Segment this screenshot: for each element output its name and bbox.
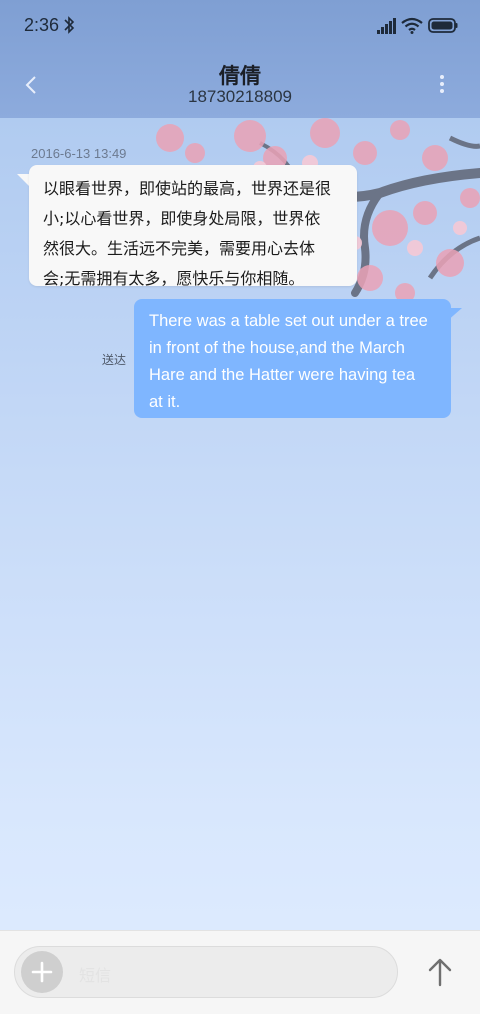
composer-bar: 短信 [0, 930, 480, 1014]
message-line: in front of the house,and the March [149, 339, 405, 357]
bluetooth-icon [64, 16, 75, 34]
contact-name: 倩倩 [219, 64, 261, 88]
plus-icon [31, 961, 53, 983]
delivery-status: 送达 [102, 353, 127, 367]
message-line: There was a table set out under a tree [149, 312, 428, 330]
wifi-icon [401, 17, 423, 34]
message-line: 然很大。生活远不完美，需要用心去体 [43, 239, 316, 258]
incoming-message-bubble[interactable]: 以眼看世界，即使站的最高，世界还是很 小;以心看世界，即使身处局限，世界依 然很… [29, 165, 357, 288]
message-line: 会;无需拥有太多，愿快乐与你相随。 [43, 269, 305, 288]
outgoing-message-bubble[interactable]: There was a table set out under a tree i… [134, 299, 451, 418]
contact-number: 18730218809 [187, 87, 292, 106]
message-input[interactable]: 短信 [14, 946, 398, 998]
app-header: 2:36 倩倩 18730218809 [0, 0, 480, 118]
more-vertical-icon[interactable] [432, 70, 452, 98]
message-line: Hare and the Hatter were having tea [149, 366, 415, 384]
battery-icon [428, 18, 458, 33]
add-attachment-button[interactable] [21, 951, 63, 993]
message-line: 以眼看世界，即使站的最高，世界还是很 [43, 179, 332, 198]
status-time: 2:36 [24, 15, 60, 35]
message-line: 小;以心看世界，即使身处局限，世界依 [43, 209, 321, 228]
message-placeholder: 短信 [79, 966, 112, 985]
signal-icon [377, 18, 396, 34]
outgoing-bubble-tail [446, 308, 462, 322]
message-line: at it. [149, 393, 181, 411]
message-timestamp: 2016-6-13 13:49 [31, 146, 127, 161]
status-bar: 2:36 [0, 0, 480, 52]
nav-bar: 倩倩 18730218809 [0, 52, 480, 118]
arrow-up-icon[interactable] [424, 955, 456, 989]
